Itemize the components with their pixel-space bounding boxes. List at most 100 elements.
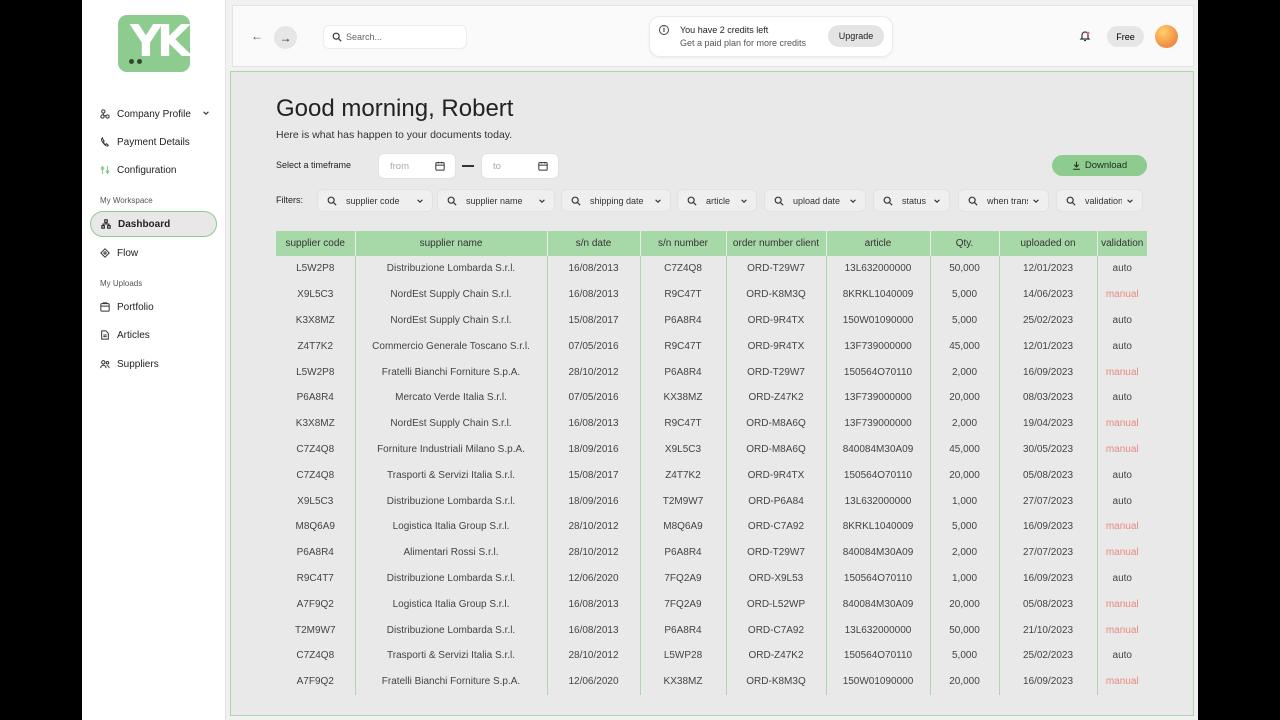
forward-arrow-icon[interactable]: → [274, 26, 297, 49]
search-box[interactable] [323, 25, 467, 49]
table-cell: 14/06/2023 [999, 281, 1098, 308]
table-cell: ORD-9R4TX [726, 307, 827, 334]
search-input[interactable] [346, 32, 456, 42]
column-header[interactable]: order number client [726, 231, 827, 256]
table-row[interactable]: T2M9W7 Distribuzione Lombarda S.r.l. 16/08… [276, 617, 1147, 643]
filter-supplier-code[interactable]: supplier code [317, 189, 433, 212]
table-cell: 19/04/2023 [999, 410, 1098, 437]
filter-upload-date[interactable]: upload date [764, 189, 866, 212]
filter-label: supplier code [346, 195, 400, 206]
table-cell: KX38MZ [640, 668, 727, 695]
table-row[interactable]: L5W2P8 Fratelli Bianchi Forniture S.p.A. 2… [276, 359, 1147, 385]
portfolio-icon [99, 302, 110, 313]
sidebar-item-label: Portfolio [117, 301, 154, 313]
chevron-down-icon[interactable] [740, 197, 748, 205]
table-cell: ORD-X9L53 [726, 565, 827, 592]
app-window: YK Company Profile Payment Details Confi… [82, 0, 1198, 720]
table-cell: 16/08/2013 [547, 617, 641, 643]
table-row[interactable]: A7F9Q2 Fratelli Bianchi Forniture S.p.A. 1… [276, 668, 1147, 695]
calendar-icon[interactable] [435, 161, 445, 171]
table-cell: 13F739000000 [826, 410, 931, 437]
users-icon [99, 359, 110, 370]
column-header[interactable]: Qty. [930, 231, 1000, 256]
table-cell: K3X8MZ [276, 410, 356, 437]
table-row[interactable]: P6A8R4 Mercato Verde Italia S.r.l. 07/05/2… [276, 384, 1147, 411]
table-cell: 20,000 [930, 384, 1000, 411]
table-row[interactable]: K3X8MZ NordEst Supply Chain S.r.l. 15/08/2… [276, 307, 1147, 334]
sidebar-item-label: Configuration [117, 164, 177, 176]
sidebar-item-portfolio[interactable]: Portfolio [90, 294, 217, 320]
filter-label: supplier name [466, 195, 523, 206]
column-header[interactable]: s/n date [547, 231, 641, 256]
table-cell: manual [1105, 443, 1139, 455]
table-row[interactable]: P6A8R4 Alimentari Rossi S.r.l. 28/10/2012 P… [276, 539, 1147, 566]
table-row[interactable]: R9C4T7 Distribuzione Lombarda S.r.l. 12/06… [276, 565, 1147, 592]
chevron-down-icon[interactable] [933, 197, 941, 205]
table-cell: 15/08/2017 [547, 307, 641, 334]
back-arrow-icon[interactable]: ← [247, 26, 267, 46]
filter-when-transferred[interactable]: when transferred [958, 189, 1049, 212]
date-from-input[interactable]: from [378, 153, 456, 179]
filter-validation[interactable]: validation [1056, 189, 1143, 212]
table-cell: 8KRKL1040009 [826, 281, 931, 308]
table-cell: R9C47T [640, 410, 727, 437]
chevron-down-icon[interactable] [654, 197, 662, 205]
sidebar-item-configuration[interactable]: Configuration [90, 157, 217, 183]
plan-badge[interactable]: Free [1107, 26, 1144, 47]
bell-icon[interactable] [1079, 30, 1091, 42]
filter-label: when transferred [987, 195, 1028, 206]
table-row[interactable]: X9L5C3 NordEst Supply Chain S.r.l. 16/08/2… [276, 281, 1147, 308]
table-row[interactable]: X9L5C3 Distribuzione Lombarda S.r.l. 18/09… [276, 488, 1147, 514]
table-cell: X9L5C3 [276, 488, 356, 514]
chevron-down-icon[interactable] [202, 109, 210, 120]
table-row[interactable]: C7Z4Q8 Forniture Industriali Milano S.p.A… [276, 436, 1147, 463]
download-button[interactable]: Download [1052, 155, 1147, 176]
filter-article[interactable]: article [677, 189, 757, 212]
column-header[interactable]: s/n number [640, 231, 727, 256]
table-cell: ORD-Z47K2 [726, 642, 827, 669]
sidebar-item-label: Suppliers [117, 358, 159, 370]
chevron-down-icon[interactable] [1032, 197, 1040, 205]
table-cell: 7FQ2A9 [640, 591, 727, 618]
sidebar-item-suppliers[interactable]: Suppliers [90, 351, 217, 377]
chevron-down-icon[interactable] [849, 197, 857, 205]
sidebar-item-flow[interactable]: Flow [90, 240, 217, 266]
filter-shipping-date[interactable]: shipping date [561, 189, 671, 212]
column-header[interactable]: uploaded on [999, 231, 1098, 256]
avatar[interactable] [1155, 25, 1178, 48]
table-row[interactable]: M8Q6A9 Logistica Italia Group S.r.l. 28/10… [276, 513, 1147, 540]
chevron-down-icon[interactable] [416, 197, 424, 205]
filter-label: validation [1085, 195, 1122, 206]
table-row[interactable]: C7Z4Q8 Trasporti & Servizi Italia S.r.l. 2… [276, 642, 1147, 669]
column-header[interactable]: supplier name [355, 231, 548, 256]
upgrade-button[interactable]: Upgrade [828, 25, 884, 47]
table-row[interactable]: C7Z4Q8 Trasporti & Servizi Italia S.r.l. 1… [276, 462, 1147, 489]
table-cell: 150W01090000 [826, 668, 931, 695]
table-row[interactable]: L5W2P8 Distribuzione Lombarda S.r.l. 16/08… [276, 256, 1147, 282]
sidebar-item-dashboard[interactable]: Dashboard [90, 211, 217, 237]
table-cell: ORD-9R4TX [726, 462, 827, 489]
chevron-down-icon[interactable] [1126, 197, 1134, 205]
filter-supplier-name[interactable]: supplier name [437, 189, 555, 212]
table-cell: Z4T7K2 [640, 462, 727, 489]
sidebar-item-payment-details[interactable]: Payment Details [90, 129, 217, 155]
brand-logo[interactable]: YK [118, 15, 190, 72]
table-cell: ORD-K8M3Q [726, 668, 827, 695]
table-cell: P6A8R4 [276, 539, 356, 566]
date-to-input[interactable]: to [481, 153, 559, 179]
chevron-down-icon[interactable] [538, 197, 546, 205]
sidebar-item-articles[interactable]: Articles [90, 322, 217, 348]
column-header[interactable]: validation [1097, 231, 1147, 256]
table-row[interactable]: Z4T7K2 Commercio Generale Toscano S.r.l. 0… [276, 333, 1147, 360]
table-cell: ORD-Z47K2 [726, 384, 827, 411]
filter-status[interactable]: status [873, 189, 950, 212]
column-header[interactable]: supplier code [276, 231, 356, 256]
table-row[interactable]: K3X8MZ NordEst Supply Chain S.r.l. 16/08/2… [276, 410, 1147, 437]
table-cell: 28/10/2012 [547, 539, 641, 566]
calendar-icon[interactable] [538, 161, 548, 171]
table-cell: 45,000 [930, 436, 1000, 463]
sidebar-item-company-profile[interactable]: Company Profile [90, 101, 217, 127]
table-row[interactable]: A7F9Q2 Logistica Italia Group S.r.l. 16/08… [276, 591, 1147, 618]
table-cell: ORD-C7A92 [726, 513, 827, 540]
column-header[interactable]: article [826, 231, 931, 256]
